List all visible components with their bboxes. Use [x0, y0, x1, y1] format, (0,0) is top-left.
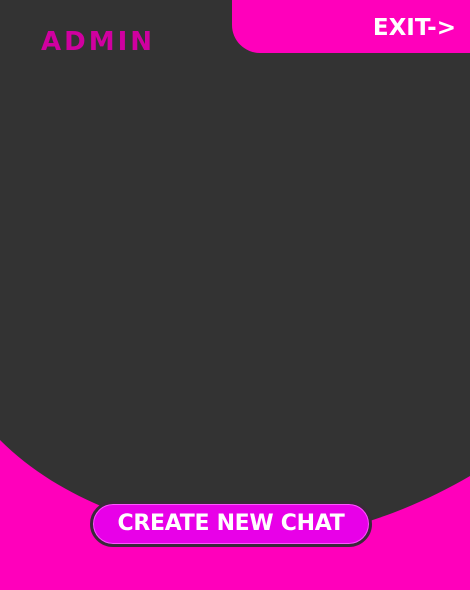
- create-new-chat-label: CREATE NEW CHAT: [117, 511, 345, 536]
- exit-button[interactable]: EXIT->: [232, 0, 470, 53]
- page-title: ADMIN: [41, 27, 156, 57]
- create-new-chat-button[interactable]: CREATE NEW CHAT: [90, 501, 372, 547]
- exit-button-label: EXIT->: [372, 15, 456, 41]
